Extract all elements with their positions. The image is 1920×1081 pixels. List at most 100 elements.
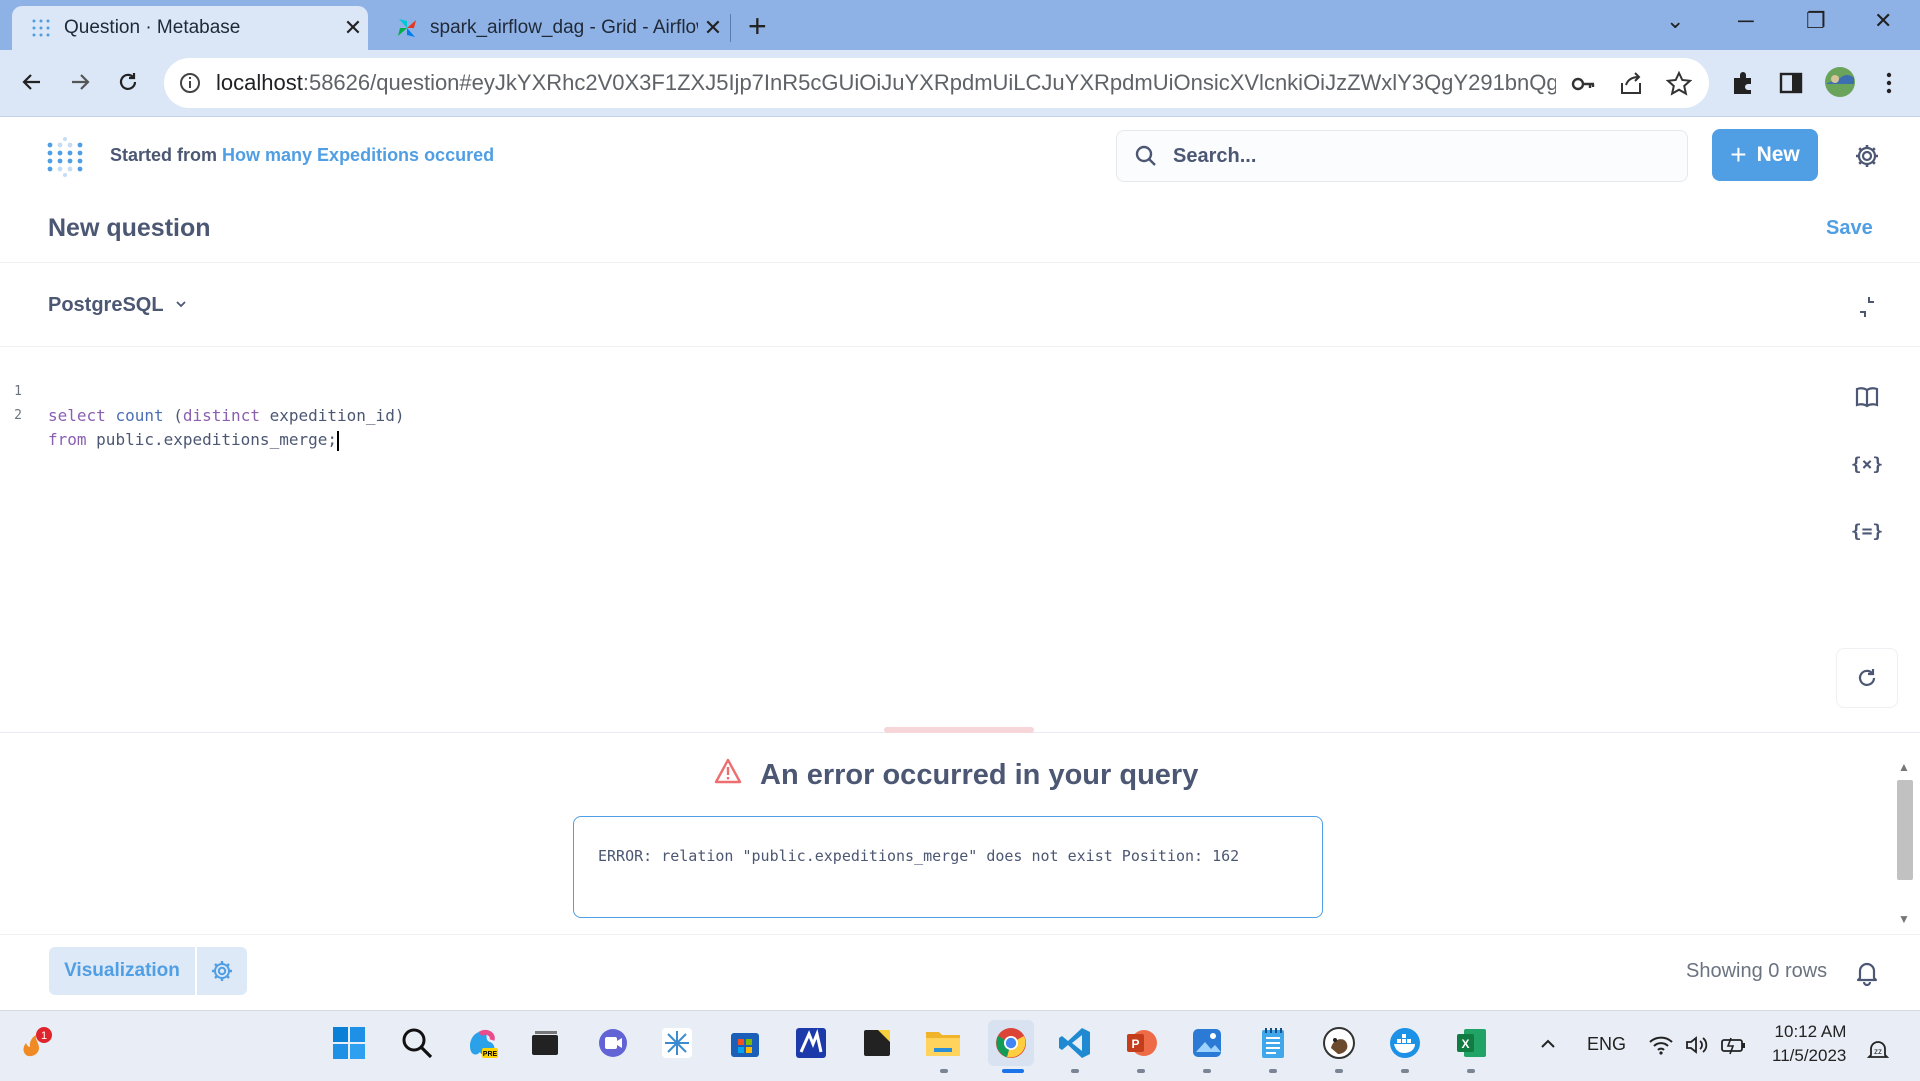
svg-text:zz: zz: [1874, 1047, 1882, 1056]
line-number: 2: [14, 408, 22, 423]
reload-icon[interactable]: [110, 64, 146, 100]
book-icon[interactable]: [1850, 380, 1884, 414]
error-title: An error occurred in your query: [760, 758, 1199, 791]
tab-metabase[interactable]: Question · Metabase ✕: [12, 6, 368, 50]
volume-icon[interactable]: [1684, 1034, 1708, 1061]
collapse-editor-icon[interactable]: [1852, 292, 1882, 322]
tab-airflow[interactable]: spark_airflow_dag - Grid - Airflow ✕: [378, 6, 728, 50]
refresh-button[interactable]: [1836, 648, 1898, 708]
metabase-logo-icon[interactable]: [46, 137, 86, 177]
weather-widget-icon[interactable]: 1: [14, 1022, 56, 1064]
language-indicator[interactable]: ENG: [1587, 1034, 1626, 1055]
url-text: localhost:58626/question#eyJkYXRhc2V0X3F…: [216, 70, 1556, 96]
metabase-app-icon[interactable]: [790, 1022, 832, 1064]
docker-icon[interactable]: [1384, 1022, 1426, 1064]
running-indicator: [1335, 1069, 1343, 1073]
restore-icon[interactable]: ❐: [1806, 8, 1826, 34]
divider: [0, 934, 1920, 935]
sticky-notes-icon[interactable]: [856, 1022, 898, 1064]
powerpoint-icon[interactable]: P: [1120, 1022, 1162, 1064]
svg-text:P: P: [1131, 1037, 1139, 1051]
search-icon: [1133, 143, 1159, 169]
chevron-down-icon: [174, 294, 188, 317]
extensions-icon[interactable]: [1730, 70, 1756, 96]
database-name: PostgreSQL: [48, 294, 164, 316]
search-icon[interactable]: [396, 1022, 438, 1064]
visualization-button[interactable]: Visualization: [49, 947, 195, 995]
system-clock[interactable]: 10:12 AM 11/5/2023: [1772, 1020, 1846, 1068]
settings-gear-icon[interactable]: [1853, 142, 1881, 170]
error-message: ERROR: relation "public.expeditions_merg…: [573, 816, 1323, 918]
file-explorer-icon[interactable]: [922, 1022, 964, 1064]
visualization-settings-button[interactable]: [197, 947, 247, 995]
chrome-taskbar-icon[interactable]: [988, 1020, 1034, 1066]
share-icon[interactable]: [1618, 71, 1644, 97]
windows-start-icon[interactable]: [328, 1022, 370, 1064]
snowflake-app-icon[interactable]: [656, 1022, 698, 1064]
running-indicator: [1467, 1069, 1475, 1073]
site-info-icon[interactable]: [178, 71, 202, 95]
gear-icon: [212, 961, 232, 981]
side-panel-icon[interactable]: [1778, 70, 1804, 96]
airflow-favicon-icon: [396, 17, 418, 39]
divider: [0, 262, 1920, 263]
new-button[interactable]: + New: [1712, 129, 1818, 181]
snippets-icon[interactable]: {=}: [1850, 514, 1884, 548]
tab-separator: [730, 14, 731, 42]
minimize-icon[interactable]: ─: [1738, 8, 1754, 34]
battery-icon[interactable]: [1720, 1034, 1748, 1061]
notifications-icon[interactable]: zz: [1866, 1038, 1890, 1067]
teams-chat-icon[interactable]: [592, 1022, 634, 1064]
started-from-label: Started from: [110, 145, 218, 165]
variables-icon[interactable]: {×}: [1850, 447, 1884, 481]
excel-icon[interactable]: X: [1450, 1022, 1492, 1064]
sql-editor[interactable]: 1 select count (distinct expedition_id) …: [0, 356, 1800, 451]
show-hidden-icons-icon[interactable]: [1538, 1034, 1558, 1059]
back-icon[interactable]: [14, 64, 50, 100]
vscode-icon[interactable]: [1054, 1022, 1096, 1064]
url-path: :58626/question#eyJkYXRhc2V0X3F1ZXJ5Ijp7…: [302, 70, 1556, 95]
resize-handle[interactable]: [884, 727, 1034, 733]
chrome-menu-icon[interactable]: [1876, 70, 1902, 96]
close-window-icon[interactable]: ✕: [1874, 8, 1892, 34]
new-button-label: New: [1756, 143, 1800, 166]
breadcrumb: Started from How many Expeditions occure…: [110, 145, 494, 166]
browser-tabstrip: Question · Metabase ✕ spark_airflow_dag …: [0, 0, 1920, 50]
running-indicator: [1401, 1069, 1409, 1073]
source-question-link[interactable]: How many Expeditions occured: [222, 145, 494, 165]
copilot-icon[interactable]: PRE: [462, 1022, 504, 1064]
svg-text:PRE: PRE: [483, 1051, 498, 1058]
microsoft-store-icon[interactable]: [724, 1022, 766, 1064]
results-scrollbar[interactable]: ▲ ▼: [1894, 756, 1916, 930]
page-title[interactable]: New question: [48, 214, 211, 243]
scroll-up-icon[interactable]: ▲: [1898, 760, 1910, 774]
new-tab-icon[interactable]: +: [748, 8, 767, 45]
save-button[interactable]: Save: [1826, 217, 1873, 240]
bell-icon[interactable]: [1853, 958, 1881, 987]
task-view-icon[interactable]: [524, 1022, 566, 1064]
dbeaver-icon[interactable]: [1318, 1022, 1360, 1064]
profile-avatar[interactable]: [1824, 66, 1856, 98]
clock-time: 10:12 AM: [1774, 1022, 1847, 1041]
notification-count: 1: [41, 1030, 47, 1042]
editor-line: 1 select count (distinct expedition_id): [0, 356, 1800, 425]
address-bar[interactable]: localhost:58626/question#eyJkYXRhc2V0X3F…: [164, 58, 1709, 108]
close-tab-icon[interactable]: ✕: [698, 15, 728, 41]
scroll-down-icon[interactable]: ▼: [1898, 912, 1910, 926]
key-icon[interactable]: [1570, 71, 1596, 97]
search-input[interactable]: Search...: [1116, 130, 1688, 182]
close-tab-icon[interactable]: ✕: [338, 15, 368, 41]
plus-icon: +: [1730, 139, 1747, 170]
notepad-icon[interactable]: [1252, 1022, 1294, 1064]
photos-icon[interactable]: [1186, 1022, 1228, 1064]
scroll-thumb[interactable]: [1897, 780, 1913, 880]
database-selector[interactable]: PostgreSQL: [48, 294, 188, 317]
warning-icon: [714, 758, 742, 792]
svg-text:X: X: [1461, 1037, 1469, 1051]
running-indicator: [1203, 1069, 1211, 1073]
bookmark-star-icon[interactable]: [1665, 70, 1693, 97]
tab-search-icon[interactable]: ⌄: [1666, 8, 1684, 34]
wifi-icon[interactable]: [1648, 1034, 1674, 1061]
row-count: Showing 0 rows: [1686, 960, 1828, 982]
forward-icon[interactable]: [62, 64, 98, 100]
